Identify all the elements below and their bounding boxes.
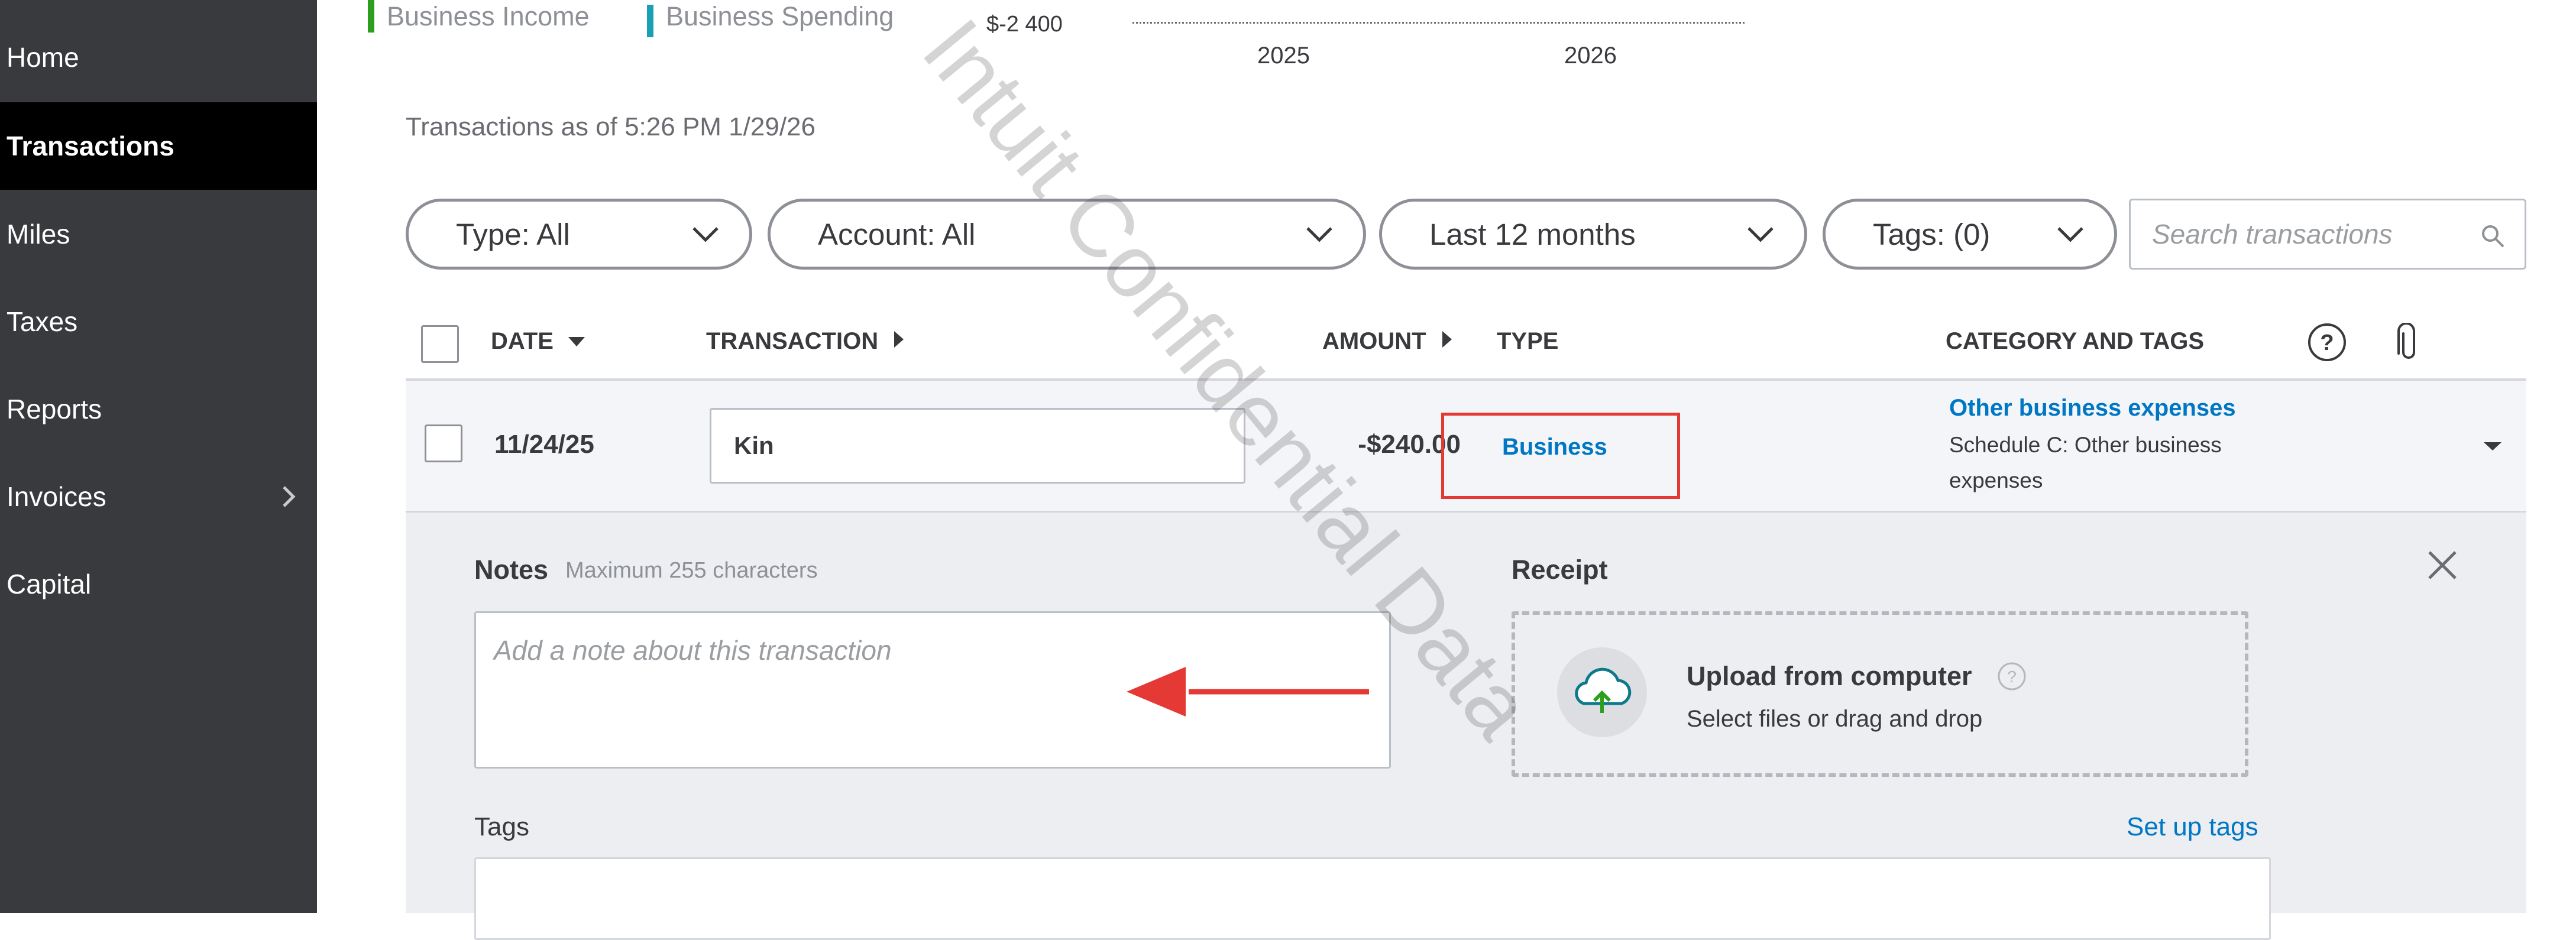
svg-text:?: ?	[2007, 667, 2017, 686]
upload-title[interactable]: Upload from computer	[1687, 661, 1972, 692]
sidebar-item-miles[interactable]: Miles	[0, 190, 317, 278]
category-column-header: CATEGORY AND TAGS	[1946, 328, 2205, 354]
transactions-timestamp: Transactions as of 5:26 PM 1/29/26	[406, 112, 815, 141]
sidebar-item-label: Miles	[7, 219, 70, 249]
tags-filter-dropdown[interactable]: Tags: (0)	[1823, 199, 2117, 270]
row-select-checkbox[interactable]	[425, 424, 462, 462]
amount-header-label: AMOUNT	[1322, 328, 1426, 354]
sidebar-item-label: Reports	[7, 394, 102, 424]
chart-y-tick: $-2 400	[986, 12, 1063, 37]
sidebar-item-transactions[interactable]: Transactions	[0, 102, 317, 190]
row-amount: -$240.00	[1358, 430, 1461, 459]
date-range-dropdown[interactable]: Last 12 months	[1379, 199, 1807, 270]
chart-x-tick-2026: 2026	[1564, 43, 1617, 69]
transaction-name-input[interactable]	[710, 408, 1245, 484]
category-subtext: Schedule C: Other business	[1949, 433, 2222, 457]
chevron-down-icon	[2057, 227, 2083, 242]
sidebar-item-label: Taxes	[7, 306, 78, 337]
chevron-down-icon	[1306, 227, 1332, 242]
legend-swatch-spending	[647, 5, 653, 37]
notes-label: Notes	[474, 555, 549, 585]
paperclip-icon[interactable]	[2395, 323, 2422, 364]
category-subtext-continued: expenses	[1949, 468, 2043, 492]
notes-hint: Maximum 255 characters	[565, 558, 818, 583]
help-icon[interactable]: ?	[2306, 322, 2348, 363]
set-up-tags-link[interactable]: Set up tags	[2127, 812, 2258, 842]
chevron-right-icon	[283, 486, 296, 507]
tags-input[interactable]	[474, 857, 2271, 940]
search-input[interactable]	[2151, 218, 2461, 251]
sort-down-icon	[568, 337, 585, 346]
amount-column-header[interactable]: AMOUNT	[1322, 328, 1454, 355]
account-filter-dropdown[interactable]: Account: All	[768, 199, 1366, 270]
sidebar-item-reports[interactable]: Reports	[0, 365, 317, 453]
row-date: 11/24/25	[494, 430, 594, 459]
chart-x-tick-2025: 2025	[1257, 43, 1310, 69]
date-column-header[interactable]: DATE	[491, 328, 586, 355]
upload-subtitle: Select files or drag and drop	[1687, 706, 1983, 732]
receipt-label: Receipt	[1512, 555, 1608, 585]
sidebar: Home Transactions Miles Taxes Reports In…	[0, 0, 317, 913]
search-icon	[2482, 225, 2504, 248]
tags-label: Tags	[474, 812, 529, 841]
search-box[interactable]	[2129, 199, 2526, 270]
type-filter-dropdown[interactable]: Type: All	[406, 199, 752, 270]
category-link[interactable]: Other business expenses	[1949, 395, 2236, 422]
sidebar-item-label: Transactions	[7, 131, 174, 161]
svg-text:?: ?	[2320, 330, 2334, 355]
transaction-column-header[interactable]: TRANSACTION	[706, 328, 906, 355]
sidebar-item-invoices[interactable]: Invoices	[0, 453, 317, 540]
help-icon[interactable]: ?	[1996, 661, 2027, 692]
date-header-label: DATE	[491, 328, 554, 354]
sidebar-item-label: Capital	[7, 569, 92, 599]
close-icon[interactable]	[2426, 549, 2459, 582]
legend-swatch-income	[368, 0, 374, 33]
sidebar-item-home[interactable]: Home	[0, 14, 317, 101]
sidebar-item-capital[interactable]: Capital	[0, 540, 317, 628]
chart-zero-line	[1132, 22, 1745, 24]
sort-right-icon	[894, 331, 904, 348]
legend-label-spending: Business Spending	[666, 1, 894, 31]
sidebar-item-label: Home	[7, 42, 79, 73]
sidebar-item-taxes[interactable]: Taxes	[0, 278, 317, 365]
account-filter-label: Account: All	[818, 217, 976, 251]
tags-filter-label: Tags: (0)	[1873, 217, 1991, 251]
select-all-checkbox[interactable]	[421, 325, 459, 363]
date-range-label: Last 12 months	[1429, 217, 1636, 251]
type-filter-label: Type: All	[456, 217, 570, 251]
annotation-arrow	[1127, 667, 1369, 717]
transaction-header-label: TRANSACTION	[706, 328, 879, 354]
legend-label-income: Business Income	[387, 1, 590, 31]
annotation-highlight-box	[1441, 413, 1680, 499]
sort-right-icon	[1442, 331, 1452, 348]
chevron-down-icon	[1747, 227, 1774, 242]
dropdown-caret-icon[interactable]	[2483, 440, 2503, 453]
chevron-down-icon	[692, 227, 719, 242]
sidebar-item-label: Invoices	[7, 481, 106, 512]
cloud-upload-icon	[1557, 647, 1647, 737]
type-column-header: TYPE	[1497, 328, 1559, 354]
